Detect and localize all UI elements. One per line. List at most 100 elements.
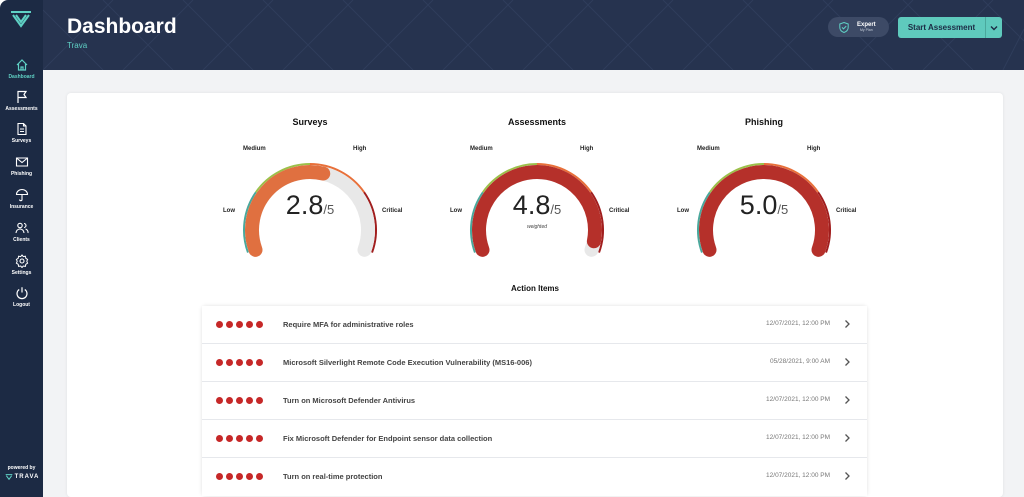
trava-logo-icon[interactable] [9, 10, 33, 28]
action-item-row[interactable]: Fix Microsoft Defender for Endpoint sens… [202, 420, 867, 458]
sidebar-item-label: Assessments [5, 106, 38, 112]
gauge-note: weighted [526, 224, 547, 230]
severity-indicator [216, 473, 263, 480]
action-item-row[interactable]: Require MFA for administrative roles 12/0… [202, 306, 867, 344]
severity-indicator [216, 435, 263, 442]
severity-dot [226, 359, 233, 366]
severity-dot [226, 473, 233, 480]
sidebar-item-label: Logout [13, 302, 30, 308]
severity-dot [216, 359, 223, 366]
gauge-value: 2.8/5 [250, 190, 370, 221]
users-icon [14, 222, 29, 234]
start-assessment-button[interactable]: Start Assessment [898, 17, 985, 38]
severity-dot [256, 359, 263, 366]
gauge-label-high: High [353, 146, 367, 152]
action-item-title: Microsoft Silverlight Remote Code Execut… [283, 358, 532, 367]
action-item-date: 12/07/2021, 12:00 PM [766, 472, 830, 479]
gauge-label-low: Low [223, 208, 235, 214]
trava-logo-icon [5, 474, 12, 480]
mail-icon [15, 157, 28, 167]
gauge-score: 5.0 [739, 190, 778, 220]
sidebar-item-settings[interactable]: Settings [0, 254, 43, 276]
umbrella-icon [15, 189, 28, 202]
gauge-title: Phishing [745, 117, 783, 127]
plan-badge[interactable]: Expert My Plan [828, 17, 889, 37]
severity-dot [236, 435, 243, 442]
sidebar-item-label: Clients [13, 237, 30, 243]
severity-dot [226, 435, 233, 442]
action-items-title: Action Items [510, 284, 559, 293]
gauge-score: 2.8 [285, 190, 324, 220]
gauge-label-medium: Medium [470, 146, 493, 152]
gauge-title: Surveys [292, 117, 328, 127]
start-assessment-dropdown[interactable] [985, 17, 1002, 38]
gauge-value: 5.0/5 [704, 190, 824, 221]
sidebar-item-insurance[interactable]: Insurance [0, 188, 43, 210]
severity-dot [236, 359, 243, 366]
gauge-label-medium: Medium [243, 146, 266, 152]
action-item-date: 12/07/2021, 12:00 PM [766, 396, 830, 403]
severity-indicator [216, 397, 263, 404]
page-title: Dashboard [67, 15, 177, 38]
severity-dot [226, 397, 233, 404]
chevron-down-icon [990, 25, 998, 30]
sidebar-item-label: Dashboard [8, 74, 35, 80]
sidebar-item-surveys[interactable]: Surveys [0, 122, 43, 144]
chevron-right-icon[interactable] [843, 471, 851, 481]
action-item-title: Turn on real-time protection [283, 472, 383, 481]
brand-name: TRAVA [14, 474, 40, 480]
chevron-right-icon[interactable] [843, 395, 851, 405]
action-item-date: 12/07/2021, 12:00 PM [766, 434, 830, 441]
gauge-label-critical: Critical [609, 208, 630, 214]
gauge-label-low: Low [677, 208, 689, 214]
severity-dot [236, 397, 243, 404]
severity-dot [246, 321, 253, 328]
severity-dot [216, 397, 223, 404]
severity-indicator [216, 321, 263, 328]
gauge-label-high: High [807, 146, 821, 152]
flag-icon [16, 90, 27, 103]
action-item-row[interactable]: Turn on Microsoft Defender Antivirus 12/0… [202, 382, 867, 420]
severity-dot [256, 397, 263, 404]
sidebar-item-label: Settings [11, 270, 32, 276]
severity-dot [246, 359, 253, 366]
home-icon [16, 59, 27, 71]
page-subtitle: Trava [67, 41, 88, 50]
severity-dot [236, 473, 243, 480]
severity-dot [256, 321, 263, 328]
action-item-row[interactable]: Microsoft Silverlight Remote Code Execut… [202, 344, 867, 382]
gauge-label-high: High [580, 146, 594, 152]
shield-check-icon [839, 21, 849, 33]
gauge-max: /5 [777, 202, 789, 217]
action-item-title: Fix Microsoft Defender for Endpoint sens… [283, 434, 493, 443]
action-item-date: 12/07/2021, 12:00 PM [766, 320, 830, 327]
sidebar-item-label: Insurance [9, 204, 34, 210]
power-icon [15, 287, 28, 300]
severity-dot [256, 473, 263, 480]
severity-dot [216, 435, 223, 442]
sidebar-item-dashboard[interactable]: Dashboard [0, 58, 43, 80]
gauge-label-low: Low [450, 208, 462, 214]
gauge-label-medium: Medium [697, 146, 720, 152]
sidebar-item-logout[interactable]: Logout [0, 286, 43, 308]
action-items-list: Require MFA for administrative roles 12/0… [202, 306, 867, 496]
severity-dot [246, 435, 253, 442]
severity-dot [246, 397, 253, 404]
severity-dot [216, 321, 223, 328]
sidebar-item-assessments[interactable]: Assessments [0, 90, 43, 112]
gauge-value: 4.8/5 [477, 190, 597, 221]
action-item-date: 05/28/2021, 9:00 AM [770, 358, 830, 365]
sidebar-item-phishing[interactable]: Phishing [0, 155, 43, 177]
chevron-right-icon[interactable] [843, 433, 851, 443]
gauge-title: Assessments [507, 117, 567, 127]
severity-dot [246, 473, 253, 480]
gear-icon [15, 254, 28, 268]
chevron-right-icon[interactable] [843, 357, 851, 367]
gauge-label-critical: Critical [382, 208, 403, 214]
header: Dashboard Trava Expert My Plan Start Ass… [43, 0, 1024, 70]
sidebar-item-clients[interactable]: Clients [0, 221, 43, 243]
chevron-right-icon[interactable] [843, 319, 851, 329]
severity-dot [236, 321, 243, 328]
action-item-row[interactable]: Turn on real-time protection 12/07/2021, … [202, 458, 867, 496]
sidebar-item-label: Phishing [10, 171, 33, 177]
